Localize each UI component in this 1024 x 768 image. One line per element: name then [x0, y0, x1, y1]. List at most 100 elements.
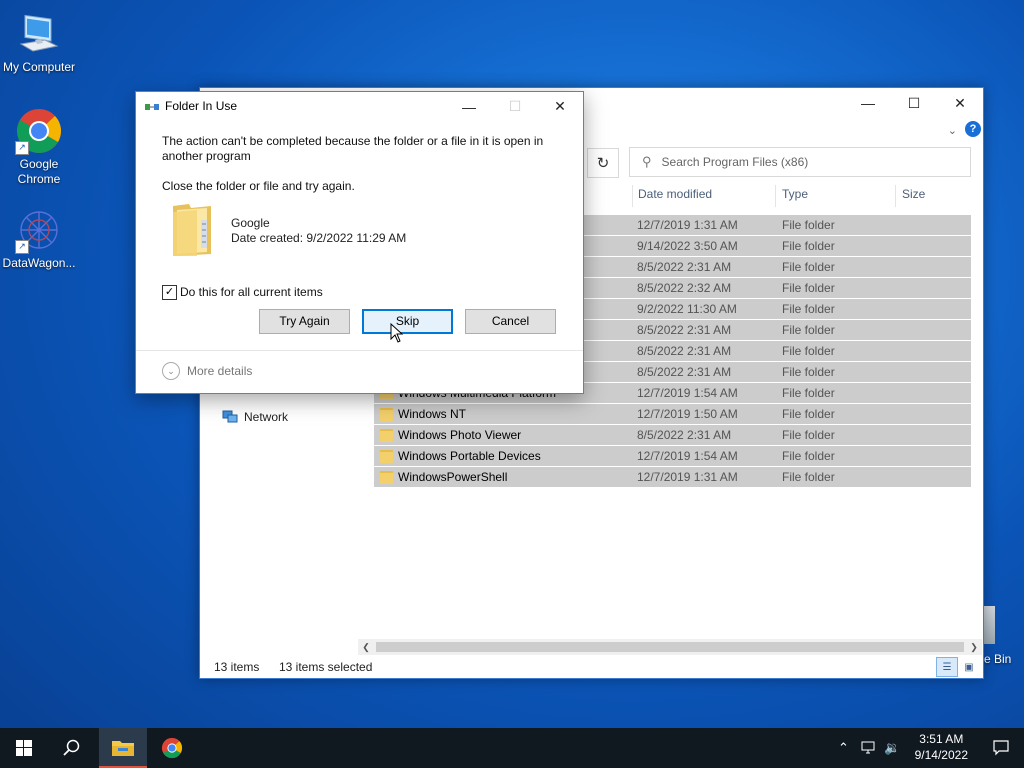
- close-button[interactable]: ✕: [937, 88, 983, 118]
- scroll-left-arrow-icon[interactable]: ❮: [358, 639, 374, 655]
- dialog-titlebar[interactable]: Folder In Use — ☐ ✕: [136, 92, 583, 121]
- file-type: File folder: [782, 218, 835, 232]
- file-type: File folder: [782, 281, 835, 295]
- dialog-minimize-button[interactable]: —: [446, 92, 492, 121]
- volume-icon[interactable]: 🔉: [884, 728, 900, 768]
- file-date-modified: 8/5/2022 2:31 AM: [637, 260, 732, 274]
- search-input[interactable]: ⚲ Search Program Files (x86): [629, 147, 971, 177]
- file-date-modified: 9/2/2022 11:30 AM: [637, 302, 737, 316]
- file-name: Windows Portable Devices: [398, 449, 541, 463]
- minimize-button[interactable]: —: [845, 88, 891, 118]
- maximize-button[interactable]: ☐: [891, 88, 937, 118]
- column-header-size[interactable]: Size: [902, 183, 925, 205]
- file-date-modified: 12/7/2019 1:31 AM: [637, 218, 738, 232]
- file-date-modified: 12/7/2019 1:54 AM: [637, 449, 738, 463]
- file-row[interactable]: Windows Photo Viewer 8/5/2022 2:31 AM File…: [374, 425, 971, 445]
- do-this-for-all-checkbox[interactable]: ✓: [162, 285, 177, 300]
- desktop-icon-label: DataWagon...: [2, 256, 76, 270]
- item-date-created: Date created: 9/2/2022 11:29 AM: [231, 231, 407, 245]
- network-tray-icon[interactable]: [861, 728, 879, 768]
- chevron-down-icon: ⌄: [162, 362, 180, 380]
- shortcut-arrow-icon: ↗: [15, 240, 29, 254]
- column-header-date[interactable]: Date modified: [638, 183, 712, 205]
- dialog-maximize-button: ☐: [508, 98, 522, 114]
- nav-item-network[interactable]: Network: [222, 410, 288, 424]
- status-item-count: 13 items: [214, 660, 260, 674]
- file-type: File folder: [782, 428, 835, 442]
- folder-icon: [380, 450, 393, 463]
- file-type: File folder: [782, 239, 835, 253]
- computer-icon: [15, 10, 63, 58]
- clock-date: 9/14/2022: [914, 748, 968, 762]
- file-type: File folder: [782, 470, 835, 484]
- taskbar-file-explorer[interactable]: [99, 728, 147, 768]
- cancel-button[interactable]: Cancel: [465, 309, 556, 334]
- file-name: Windows Photo Viewer: [398, 428, 522, 442]
- file-type: File folder: [782, 407, 835, 421]
- desktop-icon-my-computer[interactable]: My Computer: [1, 10, 77, 75]
- large-icons-view-icon[interactable]: ▣: [958, 657, 980, 677]
- file-date-modified: 12/7/2019 1:31 AM: [637, 470, 738, 484]
- file-date-modified: 12/7/2019 1:54 AM: [637, 386, 738, 400]
- clock-time: 3:51 AM: [919, 732, 964, 746]
- system-clock[interactable]: 3:51 AM 9/14/2022: [915, 731, 968, 763]
- file-type: File folder: [782, 449, 835, 463]
- file-name: Windows NT: [398, 407, 467, 421]
- file-type: File folder: [782, 260, 835, 274]
- folder-icon: [380, 471, 393, 484]
- start-button[interactable]: [0, 728, 48, 768]
- file-row[interactable]: WindowsPowerShell 12/7/2019 1:31 AM File f…: [374, 467, 971, 487]
- folder-in-use-dialog: Folder In Use — ☐ ✕ The action can't be …: [135, 91, 584, 394]
- window-controls: — ☐ ✕: [845, 88, 983, 118]
- desktop-icon-datawagon[interactable]: ↗ DataWagon...: [1, 206, 77, 271]
- chrome-icon: [161, 737, 183, 759]
- refresh-button[interactable]: ↻: [587, 148, 619, 178]
- item-name: Google: [231, 216, 270, 230]
- more-details-toggle[interactable]: ⌄ More details: [162, 362, 252, 380]
- skip-button[interactable]: Skip: [362, 309, 453, 334]
- datawagon-icon: ↗: [15, 206, 63, 254]
- recycle-bin-icon[interactable]: [983, 606, 995, 644]
- file-row[interactable]: Windows NT 12/7/2019 1:50 AM File folder: [374, 404, 971, 424]
- search-icon: [63, 739, 80, 756]
- file-row[interactable]: Windows Portable Devices 12/7/2019 1:54 A…: [374, 446, 971, 466]
- file-move-icon: [145, 101, 159, 111]
- file-type: File folder: [782, 386, 835, 400]
- horizontal-scrollbar[interactable]: ❮ ❯: [358, 639, 982, 655]
- file-date-modified: 9/14/2022 3:50 AM: [637, 239, 738, 253]
- file-name: WindowsPowerShell: [398, 470, 508, 484]
- expand-ribbon-chevron-icon[interactable]: ⌄: [948, 124, 957, 137]
- column-header-type[interactable]: Type: [782, 183, 808, 205]
- recycle-bin-label: e Bin: [984, 652, 1012, 666]
- search-button[interactable]: [48, 728, 96, 768]
- desktop-icon-google-chrome[interactable]: ↗ Google Chrome: [1, 107, 77, 187]
- dialog-message: The action can't be completed because th…: [162, 134, 544, 163]
- scrollbar-thumb[interactable]: [376, 642, 964, 652]
- file-type: File folder: [782, 302, 835, 316]
- file-type: File folder: [782, 323, 835, 337]
- file-explorer-icon: [112, 741, 134, 756]
- file-type: File folder: [782, 365, 835, 379]
- scroll-right-arrow-icon[interactable]: ❯: [966, 639, 982, 655]
- file-date-modified: 12/7/2019 1:50 AM: [637, 407, 738, 421]
- more-details-label: More details: [187, 364, 253, 378]
- dialog-close-button[interactable]: ✕: [537, 92, 583, 121]
- show-hidden-icons-chevron-icon[interactable]: ⌃: [838, 728, 849, 768]
- desktop-icon-label: Google Chrome: [17, 157, 61, 186]
- taskbar-chrome[interactable]: [148, 728, 196, 768]
- action-center-icon[interactable]: [978, 728, 1024, 768]
- file-date-modified: 8/5/2022 2:31 AM: [637, 428, 732, 442]
- details-view-icon[interactable]: ☰: [936, 657, 958, 677]
- nav-network-label: Network: [244, 410, 289, 424]
- folder-icon: [380, 429, 393, 442]
- folder-icon: [380, 408, 393, 421]
- try-again-button[interactable]: Try Again: [259, 309, 350, 334]
- checkbox-label[interactable]: Do this for all current items: [180, 285, 323, 299]
- shortcut-arrow-icon: ↗: [15, 141, 29, 155]
- search-icon: ⚲: [642, 154, 652, 169]
- help-icon[interactable]: ?: [965, 121, 981, 137]
- file-date-modified: 8/5/2022 2:31 AM: [637, 365, 732, 379]
- taskbar: ⌃ 🔉 3:51 AM 9/14/2022: [0, 728, 1024, 768]
- status-selected-count: 13 items selected: [279, 660, 373, 674]
- network-icon: [222, 410, 238, 424]
